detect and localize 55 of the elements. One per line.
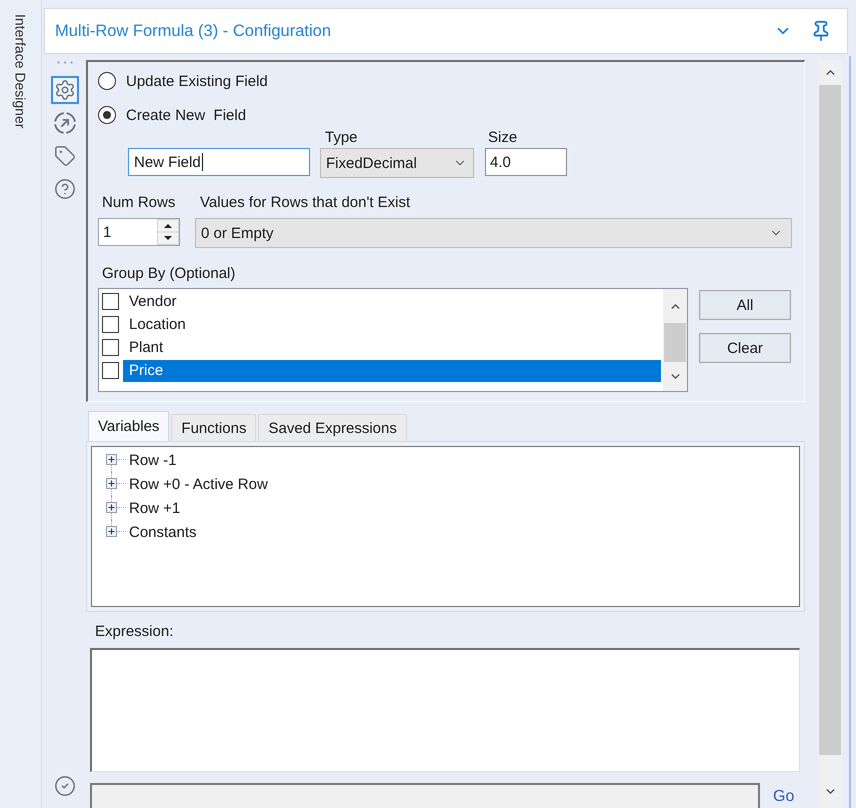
tab[interactable]: Saved Expressions: [258, 414, 407, 441]
field-label: Group By (Optional): [101, 264, 236, 284]
radio-label: Create New Field: [126, 108, 246, 122]
side-panel-tab[interactable]: Interface Designer: [12, 14, 30, 128]
list-item[interactable]: Vendor: [123, 290, 661, 312]
size-field[interactable]: 4.0: [485, 148, 567, 176]
expression-field[interactable]: [90, 648, 800, 772]
list-scrollbar[interactable]: [663, 289, 687, 391]
tab[interactable]: Functions: [171, 414, 256, 441]
dots-icon: [57, 61, 73, 64]
radio-button[interactable]: [98, 106, 116, 124]
tree-item[interactable]: Row +1: [129, 496, 180, 520]
expand-icon[interactable]: [106, 526, 117, 537]
checkbox-list[interactable]: Vendor Location Plant Price: [98, 288, 688, 392]
list-item[interactable]: Plant: [123, 336, 661, 358]
field-label: Values for Rows that don't Exist: [199, 194, 412, 213]
field-label: Size: [487, 130, 518, 148]
tag-icon: [54, 145, 76, 167]
spin-arrows-icon[interactable]: [157, 219, 179, 245]
radio-button[interactable]: [98, 72, 116, 90]
scroll-thumb[interactable]: [819, 85, 841, 755]
list-item[interactable]: Price: [123, 360, 661, 382]
input-field[interactable]: [90, 783, 760, 808]
scrollbar[interactable]: [818, 60, 842, 808]
field-label: Num Rows: [101, 194, 176, 213]
text-field[interactable]: New Field: [128, 148, 310, 176]
nav-tab[interactable]: [51, 76, 79, 104]
arrow-circle-icon: [54, 112, 76, 134]
tree-item[interactable]: Constants: [129, 520, 197, 544]
field-label: Type: [324, 130, 359, 148]
tab[interactable]: Variables: [88, 411, 170, 441]
go-link[interactable]: Go: [773, 787, 794, 807]
missing-rows-dropdown[interactable]: 0 or Empty: [195, 218, 792, 248]
tree-item[interactable]: Row +0 - Active Row: [129, 472, 268, 496]
expand-icon[interactable]: [106, 502, 117, 513]
number-field[interactable]: 1: [98, 218, 180, 246]
radio-label: Update Existing Field: [126, 74, 268, 88]
clear-button[interactable]: Clear: [699, 333, 791, 363]
panel-title: Multi-Row Formula (3) - Configuration: [55, 22, 331, 40]
cursor-icon: [202, 153, 203, 171]
help-icon: [54, 178, 76, 200]
gear-icon: [54, 79, 76, 101]
field-label: Expression:: [94, 622, 174, 640]
checkbox[interactable]: [102, 293, 119, 310]
list-item[interactable]: Location: [123, 314, 661, 336]
check-circle-icon[interactable]: [54, 775, 76, 797]
expand-icon[interactable]: [106, 478, 117, 489]
expand-icon[interactable]: [106, 454, 117, 465]
checkbox[interactable]: [102, 339, 119, 356]
checkbox[interactable]: [102, 362, 119, 379]
type-dropdown[interactable]: FixedDecimal: [320, 148, 474, 178]
tree-item[interactable]: Row -1: [129, 448, 177, 472]
scroll-thumb[interactable]: [664, 323, 686, 362]
checkbox[interactable]: [102, 316, 119, 333]
select-all-button[interactable]: All: [699, 290, 791, 320]
